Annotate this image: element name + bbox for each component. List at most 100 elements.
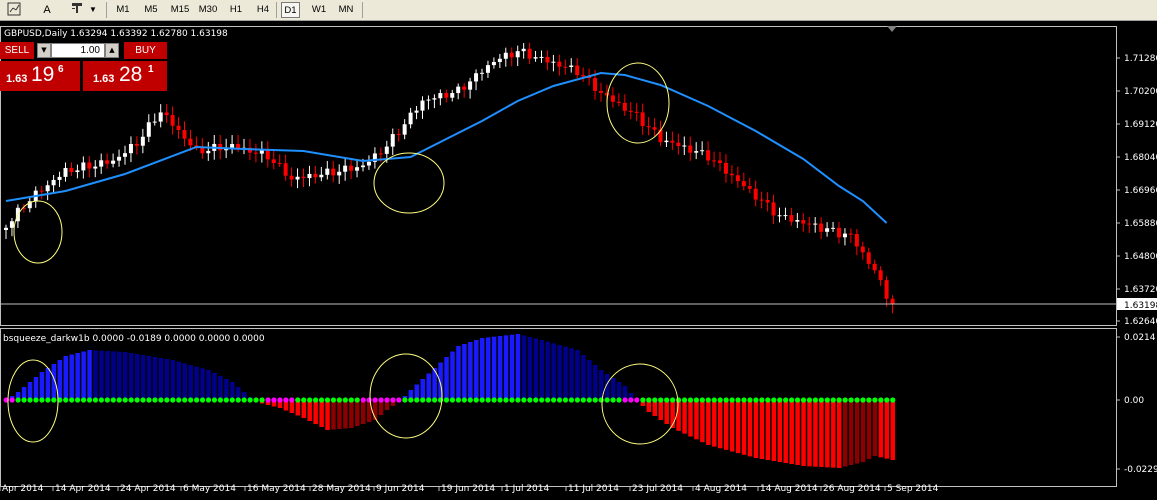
candle-body <box>521 48 526 52</box>
squeeze-dot <box>122 397 128 403</box>
histogram-bar <box>450 351 455 400</box>
squeeze-dot <box>777 397 783 403</box>
squeeze-dot <box>241 397 247 403</box>
timeframe-m5-button[interactable]: M5 <box>140 2 162 18</box>
squeeze-dot <box>313 397 319 403</box>
lot-up-button[interactable]: ▲ <box>105 43 119 58</box>
candle-body <box>485 65 490 73</box>
candle-body <box>694 151 699 153</box>
squeeze-dot <box>372 397 378 403</box>
histogram-bar <box>230 382 235 400</box>
candle-body <box>158 112 163 122</box>
squeeze-dot <box>848 397 854 403</box>
squeeze-dot <box>711 397 717 403</box>
candle-body <box>87 162 92 169</box>
candle-body <box>825 228 830 232</box>
histogram-bar <box>497 336 503 400</box>
histogram-bar <box>158 358 164 400</box>
squeeze-dot <box>783 397 789 403</box>
text-icon[interactable]: A <box>40 2 54 18</box>
sell-price-button[interactable]: 1.63 19 6 <box>0 61 80 91</box>
buy-price-button[interactable]: 1.63 28 1 <box>83 61 167 91</box>
squeeze-dot <box>658 397 664 403</box>
chart-area[interactable]: 1.71280 1.70200 1.69120 1.68040 1.66960 1.658… <box>0 21 1157 496</box>
candle-body <box>444 93 449 98</box>
label-icon[interactable] <box>70 2 84 18</box>
squeeze-dot <box>247 397 253 403</box>
candle-body <box>176 125 181 131</box>
timeframe-h4-button[interactable]: H4 <box>253 2 273 18</box>
squeeze-dot <box>426 397 432 403</box>
squeeze-dot <box>592 397 598 403</box>
time-tick-label: 24 Apr 2014 <box>120 484 176 494</box>
squeeze-dot <box>229 397 235 403</box>
lot-input[interactable]: 1.00 <box>51 43 105 58</box>
candle-body <box>51 179 56 186</box>
squeeze-dot <box>479 397 485 403</box>
timeframe-mn-button[interactable]: MN <box>335 2 357 18</box>
timeframe-m1-button[interactable]: M1 <box>112 2 134 18</box>
histogram-bar <box>860 400 866 462</box>
annotation-ellipse[interactable] <box>373 152 445 214</box>
shift-marker-icon[interactable] <box>887 26 897 32</box>
candle-body <box>474 73 479 82</box>
histogram-bar <box>313 400 318 424</box>
histogram-bar <box>533 338 539 400</box>
squeeze-dot <box>515 397 521 403</box>
annotation-ellipse[interactable] <box>606 62 670 144</box>
candle-body <box>783 215 788 217</box>
squeeze-dot <box>794 397 801 403</box>
squeeze-dot <box>551 397 557 403</box>
histogram-bar <box>319 400 324 427</box>
price-tick-label: 1.69120 <box>1124 120 1157 130</box>
timeframe-m15-button[interactable]: M15 <box>168 2 192 18</box>
histogram-bar <box>759 400 765 459</box>
candle-body <box>622 102 627 111</box>
candle-body <box>765 200 770 203</box>
timeframe-w1-button[interactable]: W1 <box>308 2 330 18</box>
histogram-bar <box>569 348 574 400</box>
squeeze-dot <box>789 397 795 403</box>
squeeze-dot <box>818 397 824 403</box>
candle-body <box>69 167 74 173</box>
squeeze-dot <box>324 397 331 403</box>
histogram-bar <box>480 338 485 400</box>
squeeze-dot <box>128 397 134 403</box>
timeframe-d1-button[interactable]: D1 <box>281 2 300 18</box>
objects-dropdown-icon[interactable]: ▼ <box>88 2 98 18</box>
squeeze-dot <box>884 397 890 403</box>
chart-icon[interactable] <box>6 2 22 18</box>
candle-body <box>456 86 461 94</box>
time-tick-label: 23 Jul 2014 <box>632 484 683 494</box>
timeframe-h1-button[interactable]: H1 <box>226 2 246 18</box>
sell-button[interactable]: SELL <box>0 42 34 59</box>
candle-body <box>676 142 681 147</box>
histogram-bar <box>200 368 205 400</box>
lot-down-button[interactable]: ▼ <box>37 43 51 58</box>
squeeze-dot <box>729 397 735 403</box>
candle-body <box>99 160 104 167</box>
candle-body <box>63 167 68 177</box>
squeeze-dot <box>378 397 384 403</box>
histogram-bar <box>87 350 92 400</box>
price-chart[interactable]: 1.71280 1.70200 1.69120 1.68040 1.66960 1.658… <box>0 21 1157 496</box>
squeeze-dot <box>723 397 729 403</box>
candle-body <box>450 93 455 98</box>
squeeze-dot <box>824 397 830 403</box>
squeeze-dot <box>92 397 99 403</box>
annotation-ellipse[interactable] <box>7 359 59 443</box>
squeeze-dot <box>15 397 21 403</box>
timeframe-m30-button[interactable]: M30 <box>196 2 220 18</box>
squeeze-dot <box>235 397 241 403</box>
candle-body <box>390 134 395 147</box>
histogram-bar <box>587 360 592 400</box>
histogram-bar <box>813 400 818 467</box>
candle-body <box>301 176 306 179</box>
squeeze-dot <box>705 397 711 403</box>
candle-body <box>842 233 847 238</box>
squeeze-dot <box>842 397 848 403</box>
annotation-ellipse[interactable] <box>13 200 63 264</box>
squeeze-dot <box>259 397 265 403</box>
squeeze-dot <box>878 397 884 403</box>
buy-button[interactable]: BUY <box>124 42 167 59</box>
